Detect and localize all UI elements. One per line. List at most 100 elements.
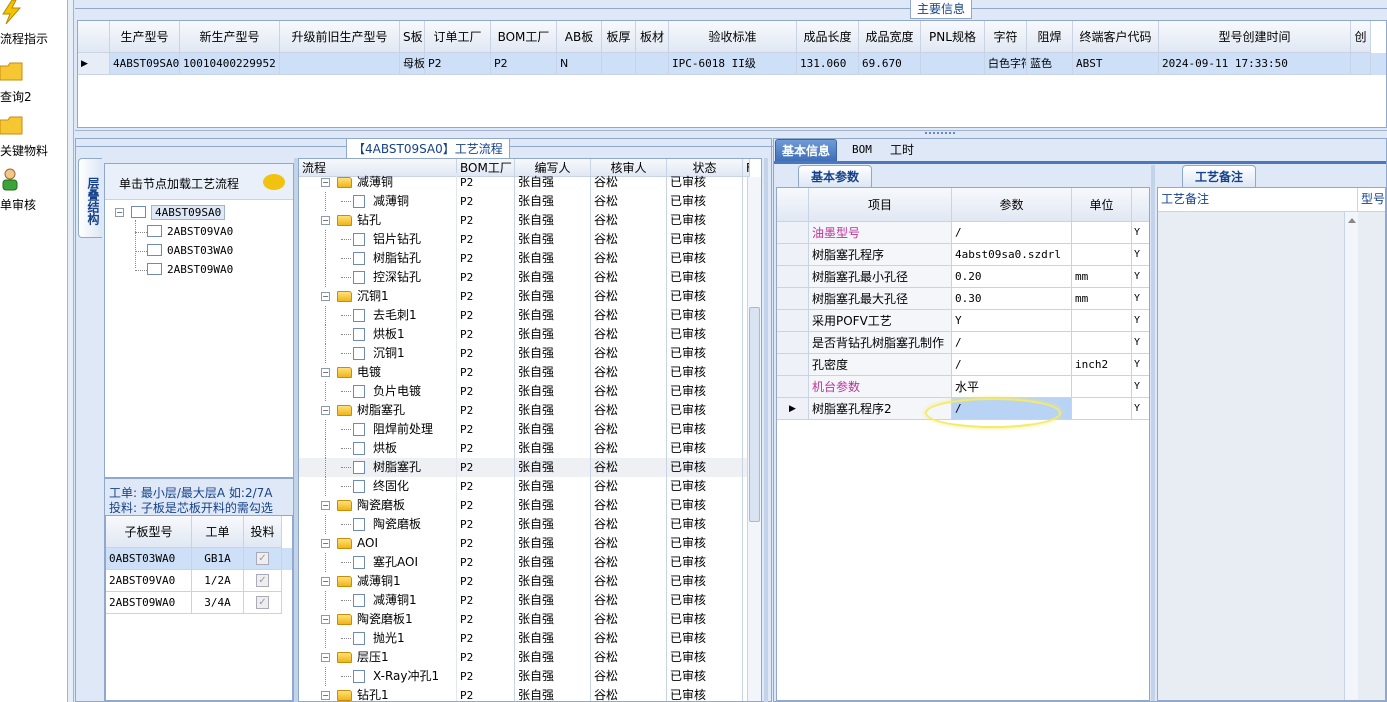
table-row[interactable]: 抛光1 P2 张自强 谷松 已审核 (299, 629, 761, 648)
tree-collapse-icon[interactable]: − (321, 406, 330, 415)
table-row[interactable]: 树脂塞孔程序 4abst09sa0.szdrl Y (777, 244, 1149, 266)
tab-process-remark[interactable]: 工艺备注 (1182, 165, 1257, 187)
remark-scrollbar[interactable] (1344, 212, 1358, 700)
tree-collapse-icon[interactable]: − (115, 208, 124, 217)
table-row[interactable]: − 沉铜1 P2 张自强 谷松 已审核 (299, 287, 761, 306)
table-row[interactable]: 2ABST09VA0 1/2A ✓ (106, 570, 292, 592)
column-header[interactable]: 成品宽度 (859, 21, 921, 53)
table-row[interactable]: 去毛刺1 P2 张自强 谷松 已审核 (299, 306, 761, 325)
scroll-up-icon[interactable] (1348, 218, 1356, 223)
table-row[interactable]: − 减薄铜1 P2 张自强 谷松 已审核 (299, 572, 761, 591)
table-row[interactable]: − 树脂塞孔 P2 张自强 谷松 已审核 (299, 401, 761, 420)
table-row[interactable]: 2ABST09WA0 3/4A ✓ (106, 592, 292, 614)
param-value[interactable]: Y (952, 310, 1072, 332)
table-row[interactable]: 孔密度 / inch2 Y (777, 354, 1149, 376)
column-header[interactable]: 参数 (952, 188, 1072, 222)
table-row[interactable]: 负片电镀 P2 张自强 谷松 已审核 (299, 382, 761, 401)
nav-item-review[interactable]: 单审核 (0, 166, 68, 220)
table-row[interactable]: 陶瓷磨板 P2 张自强 谷松 已审核 (299, 515, 761, 534)
column-header[interactable]: 项目 (809, 188, 952, 222)
tree-collapse-icon[interactable]: − (321, 539, 330, 548)
tree-collapse-icon[interactable]: − (321, 216, 330, 225)
nav-item-query2[interactable]: 查询2 (0, 58, 68, 112)
table-row[interactable]: − 陶瓷磨板 P2 张自强 谷松 已审核 (299, 496, 761, 515)
table-row[interactable]: − 陶瓷磨板1 P2 张自强 谷松 已审核 (299, 610, 761, 629)
column-header[interactable]: 字符 (985, 21, 1027, 53)
table-row[interactable]: 塞孔AOI P2 张自强 谷松 已审核 (299, 553, 761, 572)
table-row[interactable]: − 减薄铜 P2 张自强 谷松 已审核 (299, 173, 761, 192)
param-value[interactable]: 水平 (952, 376, 1072, 398)
nav-item-key-material[interactable]: 关键物料 (0, 112, 68, 166)
splitter[interactable] (75, 130, 1387, 138)
column-header[interactable]: 型号创建时间 (1159, 21, 1351, 53)
checkbox[interactable]: ✓ (256, 596, 269, 609)
tree-collapse-icon[interactable]: − (321, 178, 330, 187)
table-row[interactable]: 控深钻孔 P2 张自强 谷松 已审核 (299, 268, 761, 287)
table-row[interactable]: 0ABST03WA0 GB1A ✓ (106, 548, 292, 570)
splitter[interactable] (1151, 165, 1155, 701)
column-header[interactable]: 工单 (192, 516, 244, 548)
table-row[interactable]: 烘板1 P2 张自强 谷松 已审核 (299, 325, 761, 344)
tab-layer-structure[interactable]: 层叠结构 (78, 158, 102, 238)
splitter[interactable] (764, 158, 768, 702)
column-header[interactable]: 终端客户代码 (1073, 21, 1159, 53)
column-header[interactable]: 验收标准 (669, 21, 797, 53)
table-row[interactable]: 树脂塞孔最小孔径 0.20 mm Y (777, 266, 1149, 288)
table-row[interactable]: − 电镀 P2 张自强 谷松 已审核 (299, 363, 761, 382)
tree-node[interactable]: 2ABST09WA0 (105, 261, 293, 279)
table-row[interactable]: 采用POFV工艺 Y Y (777, 310, 1149, 332)
column-header[interactable]: 板材 (636, 21, 669, 53)
column-header[interactable]: S板 (400, 21, 425, 53)
column-header[interactable]: PNL规格 (921, 21, 985, 53)
table-row[interactable]: 减薄铜1 P2 张自强 谷松 已审核 (299, 591, 761, 610)
table-row[interactable]: 油墨型号 / Y (777, 222, 1149, 244)
param-value[interactable]: / (952, 332, 1072, 354)
param-value[interactable]: 4abst09sa0.szdrl (952, 244, 1072, 266)
table-row[interactable]: 铝片钻孔 P2 张自强 谷松 已审核 (299, 230, 761, 249)
table-row[interactable]: 树脂塞孔最大孔径 0.30 mm Y (777, 288, 1149, 310)
tree-collapse-icon[interactable]: − (321, 615, 330, 624)
tree-collapse-icon[interactable]: − (321, 577, 330, 586)
column-header[interactable]: 阻焊 (1027, 21, 1073, 53)
table-row[interactable]: 终固化 P2 张自强 谷松 已审核 (299, 477, 761, 496)
column-header[interactable]: 订单工厂 (425, 21, 491, 53)
scroll-thumb[interactable] (749, 307, 760, 522)
tree-node[interactable]: 0ABST03WA0 (105, 242, 293, 260)
column-header[interactable]: AB板 (557, 21, 602, 53)
table-row[interactable]: − AOI P2 张自强 谷松 已审核 (299, 534, 761, 553)
table-row[interactable]: 沉铜1 P2 张自强 谷松 已审核 (299, 344, 761, 363)
table-row[interactable]: − 层压1 P2 张自强 谷松 已审核 (299, 648, 761, 667)
param-value[interactable]: / (952, 222, 1072, 244)
splitter[interactable] (68, 0, 74, 702)
table-row[interactable]: − 钻孔1 P2 张自强 谷松 已审核 (299, 686, 761, 701)
table-row[interactable]: 机台参数 水平 Y (777, 376, 1149, 398)
column-header[interactable]: 子板型号 (106, 516, 192, 548)
table-row[interactable]: − 钻孔 P2 张自强 谷松 已审核 (299, 211, 761, 230)
column-header[interactable]: 生产型号 (110, 21, 180, 53)
column-header[interactable]: 成品长度 (797, 21, 859, 53)
tab-basic-info[interactable]: 基本信息 (775, 139, 838, 161)
tree-node[interactable]: − 4ABST09SA0 (105, 204, 293, 222)
checkbox[interactable]: ✓ (256, 574, 269, 587)
column-header[interactable]: BOM工厂 (491, 21, 557, 53)
tab-bom[interactable]: BOM (846, 139, 878, 161)
table-row[interactable]: 是否背钻孔树脂塞孔制作 / Y (777, 332, 1149, 354)
table-row[interactable]: 减薄铜 P2 张自强 谷松 已审核 (299, 192, 761, 211)
column-header[interactable]: 投料 (244, 516, 282, 548)
table-row[interactable]: 树脂钻孔 P2 张自强 谷松 已审核 (299, 249, 761, 268)
tree-collapse-icon[interactable]: − (321, 691, 330, 700)
column-header[interactable]: 单位 (1072, 188, 1132, 222)
flow-scrollbar[interactable] (747, 177, 761, 701)
table-row[interactable]: 烘板 P2 张自强 谷松 已审核 (299, 439, 761, 458)
nav-item-process-guide[interactable]: 流程指示 (0, 0, 68, 54)
param-value[interactable]: / (952, 354, 1072, 376)
table-row[interactable]: X-Ray冲孔1 P2 张自强 谷松 已审核 (299, 667, 761, 686)
checkbox[interactable]: ✓ (256, 552, 269, 565)
column-header[interactable]: 创 (1351, 21, 1371, 53)
param-value[interactable]: 0.20 (952, 266, 1072, 288)
column-header[interactable]: 新生产型号 (180, 21, 280, 53)
tree-node[interactable]: 2ABST09VA0 (105, 223, 293, 241)
tree-collapse-icon[interactable]: − (321, 501, 330, 510)
tree-collapse-icon[interactable]: − (321, 292, 330, 301)
table-row[interactable]: ▶ 4ABST09SA0 10010400229952 母板 P2 P2 N IPC-6018… (78, 53, 1386, 75)
